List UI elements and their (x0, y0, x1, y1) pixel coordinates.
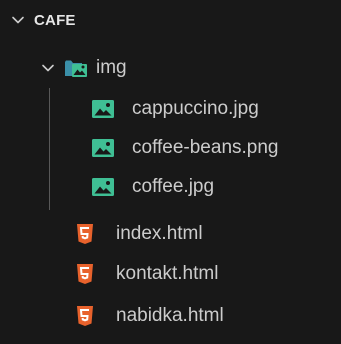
folder-label: img (96, 57, 127, 78)
file-label: cappuccino.jpg (132, 98, 259, 119)
explorer-section-header[interactable]: CAFE (0, 4, 341, 36)
html5-icon (77, 224, 93, 244)
tree-file-kontakt[interactable]: kontakt.html (0, 256, 341, 292)
tree-file-coffee[interactable]: coffee.jpg (0, 169, 341, 205)
chevron-down-icon (12, 16, 24, 24)
tree-file-coffee-beans[interactable]: coffee-beans.png (0, 130, 341, 166)
chevron-down-icon (42, 64, 54, 72)
tree-folder-img[interactable]: img (0, 50, 341, 86)
file-label: index.html (116, 223, 203, 244)
html5-icon (77, 264, 93, 284)
file-explorer: CAFE img cappuccino.jpg coffee-beans.png (0, 0, 341, 344)
tree-file-index[interactable]: index.html (0, 216, 341, 252)
tree-file-cappuccino[interactable]: cappuccino.jpg (0, 91, 341, 127)
file-label: coffee.jpg (132, 176, 215, 197)
file-label: kontakt.html (116, 263, 219, 284)
image-file-icon (92, 139, 114, 157)
image-file-icon (92, 178, 114, 196)
section-title: CAFE (34, 11, 76, 29)
image-file-icon (92, 100, 114, 118)
file-label: nabidka.html (116, 305, 224, 326)
html5-icon (77, 306, 93, 326)
image-folder-icon (65, 60, 87, 77)
tree-file-nabidka[interactable]: nabidka.html (0, 298, 341, 334)
file-label: coffee-beans.png (132, 137, 279, 158)
